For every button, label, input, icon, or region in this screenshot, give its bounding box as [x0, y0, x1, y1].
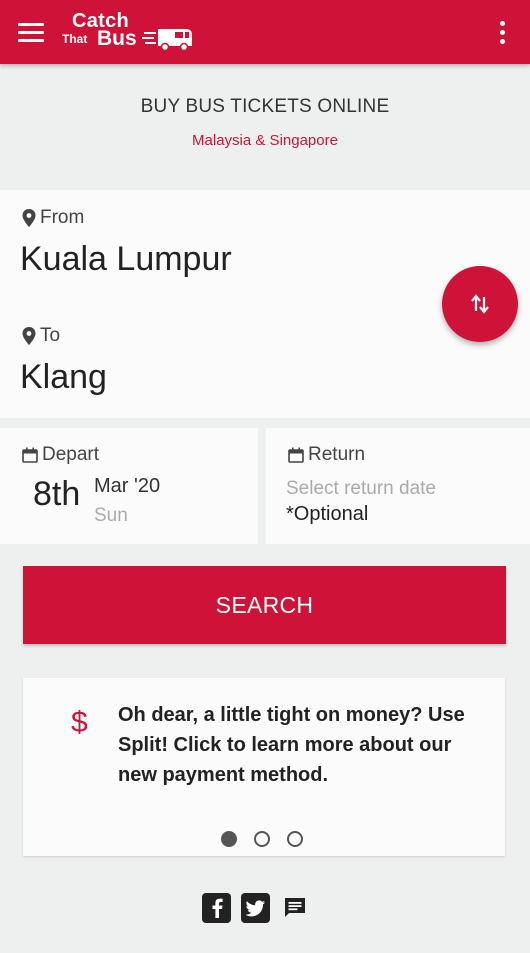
message-icon[interactable] — [280, 893, 309, 923]
twitter-icon[interactable] — [241, 893, 270, 923]
carousel-dot-2[interactable] — [254, 831, 270, 847]
swap-vertical-icon — [471, 294, 489, 314]
depart-weekday: Sun — [94, 505, 128, 526]
from-label: From — [22, 207, 84, 229]
carousel-indicator — [221, 831, 303, 847]
social-links — [202, 893, 309, 923]
dollar-icon: $ — [71, 706, 88, 739]
calendar-icon — [22, 447, 38, 463]
calendar-icon — [288, 447, 304, 463]
logo-text-bus: Bus — [97, 27, 137, 50]
depart-label-text: Depart — [42, 444, 100, 465]
return-optional-note: *Optional — [286, 503, 369, 525]
promo-card[interactable]: $ Oh dear, a little tight on money? Use … — [23, 678, 505, 856]
hamburger-menu-icon[interactable] — [18, 17, 50, 47]
location-pin-icon — [22, 209, 36, 227]
logo-text-that: That — [62, 32, 88, 46]
to-city-field[interactable]: Klang — [20, 358, 107, 397]
carousel-dot-1[interactable] — [221, 831, 237, 847]
to-label: To — [22, 325, 60, 347]
return-label: Return — [288, 444, 365, 466]
catch-that-bus-logo[interactable]: Catch That Bus — [58, 8, 198, 56]
return-label-text: Return — [308, 444, 366, 465]
app-bar: Catch That Bus — [0, 0, 530, 64]
from-city-field[interactable]: Kuala Lumpur — [20, 240, 232, 279]
depart-label: Depart — [22, 444, 99, 466]
carousel-dot-3[interactable] — [287, 831, 303, 847]
search-button[interactable]: SEARCH — [23, 566, 506, 644]
more-options-icon[interactable] — [496, 17, 508, 47]
bus-icon — [142, 29, 192, 52]
to-label-text: To — [40, 325, 61, 346]
depart-month-year[interactable]: Mar '20 — [94, 475, 160, 498]
location-pin-icon — [22, 327, 36, 345]
return-date-placeholder[interactable]: Select return date — [286, 478, 436, 500]
promo-text: Oh dear, a little tight on money? Use Sp… — [118, 704, 465, 786]
facebook-icon[interactable] — [202, 893, 231, 923]
depart-day[interactable]: 8th — [33, 475, 80, 514]
page-subheadline: Malaysia & Singapore — [192, 132, 338, 149]
from-label-text: From — [40, 207, 85, 228]
page-headline: BUY BUS TICKETS ONLINE — [140, 96, 390, 117]
swap-route-button[interactable] — [442, 266, 518, 342]
